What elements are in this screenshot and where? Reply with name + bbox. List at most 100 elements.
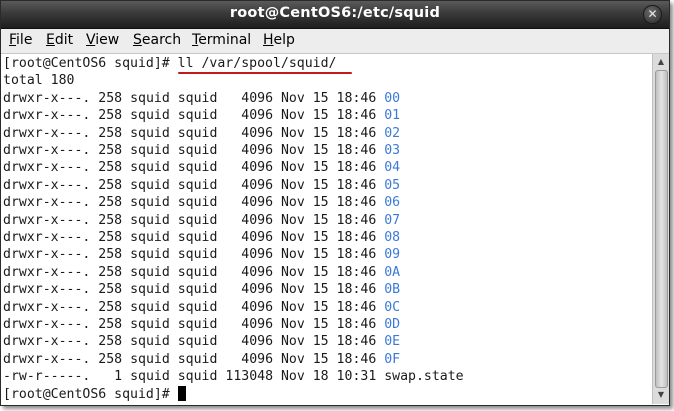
row-owner: squid — [130, 247, 170, 263]
command-underline-annotation — [178, 72, 352, 74]
row-group: squid — [177, 212, 218, 228]
row-size: 4096 — [241, 334, 274, 350]
row-links: 258 — [98, 212, 123, 228]
directory-name: 09 — [384, 247, 401, 263]
row-links: 258 — [98, 143, 123, 158]
listing-row: drwxr-x---. 258 squid squid 4096 Nov 15 … — [3, 351, 400, 368]
row-links: 1 — [114, 369, 123, 385]
row-size: 4096 — [241, 212, 274, 228]
directory-name: 02 — [384, 125, 401, 141]
row-date: Nov 15 18:46 — [280, 351, 377, 367]
row-links: 258 — [98, 125, 123, 141]
directory-name: 0F — [384, 351, 401, 367]
listing-row: drwxr-x---. 258 squid squid 4096 Nov 15 … — [3, 281, 400, 298]
row-links: 258 — [98, 282, 123, 298]
row-owner: squid — [130, 317, 170, 332]
row-date: Nov 15 18:46 — [280, 247, 377, 263]
row-owner: squid — [130, 299, 170, 315]
row-size: 4096 — [241, 351, 274, 367]
row-size: 4096 — [241, 177, 274, 193]
row-owner: squid — [130, 369, 170, 385]
row-date: Nov 15 18:46 — [280, 125, 377, 141]
scroll-thumb[interactable] — [655, 70, 668, 388]
directory-name: 08 — [384, 230, 401, 245]
close-icon[interactable]: ✕ — [643, 5, 662, 24]
menu-file[interactable]: File — [9, 32, 32, 48]
directory-name: 0C — [384, 299, 401, 315]
row-perms: drwxr-x---. — [3, 143, 91, 158]
row-date: Nov 15 18:46 — [280, 230, 377, 245]
row-links: 258 — [98, 160, 123, 176]
text-cursor — [177, 385, 186, 401]
row-owner: squid — [130, 125, 170, 141]
listing-row: drwxr-x---. 258 squid squid 4096 Nov 15 … — [3, 90, 400, 107]
row-links: 258 — [98, 90, 123, 106]
listing-row: -rw-r-----. 1 squid squid 113048 Nov 18 … — [3, 368, 464, 385]
listing-row: drwxr-x---. 258 squid squid 4096 Nov 15 … — [3, 125, 400, 142]
listing-row: drwxr-x---. 258 squid squid 4096 Nov 15 … — [3, 142, 400, 159]
menu-help[interactable]: Help — [263, 32, 295, 48]
row-links: 258 — [98, 299, 123, 315]
window-title: root@CentOS6:/etc/squid — [229, 5, 441, 21]
row-links: 258 — [98, 108, 123, 124]
menu-view[interactable]: View — [86, 32, 119, 48]
row-perms: drwxr-x---. — [3, 230, 91, 245]
row-links: 258 — [98, 177, 123, 193]
row-group: squid — [177, 160, 218, 176]
row-owner: squid — [130, 195, 170, 211]
row-owner: squid — [130, 351, 170, 367]
directory-name: 0E — [384, 334, 401, 350]
row-owner: squid — [130, 264, 170, 280]
row-perms: -rw-r-----. — [3, 369, 91, 385]
row-owner: squid — [130, 160, 170, 176]
row-size: 4096 — [241, 125, 274, 141]
directory-name: 05 — [384, 177, 401, 193]
row-perms: drwxr-x---. — [3, 108, 91, 124]
row-group: squid — [177, 90, 218, 106]
row-perms: drwxr-x---. — [3, 177, 91, 193]
terminal-output[interactable]: [root@CentOS6 squid]# ll /var/spool/squi… — [3, 55, 651, 403]
directory-name: 01 — [384, 108, 401, 124]
row-group: squid — [177, 108, 218, 124]
row-size: 4096 — [241, 247, 274, 263]
row-size: 4096 — [241, 230, 274, 245]
row-size: 4096 — [241, 160, 274, 176]
menu-search[interactable]: Search — [133, 32, 181, 48]
row-perms: drwxr-x---. — [3, 282, 91, 298]
row-size: 4096 — [241, 195, 274, 211]
row-owner: squid — [130, 177, 170, 193]
row-group: squid — [177, 230, 218, 245]
row-owner: squid — [130, 282, 170, 298]
row-links: 258 — [98, 247, 123, 263]
shell-prompt: [root@CentOS6 squid]# — [3, 56, 178, 71]
listing-row: drwxr-x---. 258 squid squid 4096 Nov 15 … — [3, 333, 400, 350]
listing-row: drwxr-x---. 258 squid squid 4096 Nov 15 … — [3, 264, 400, 281]
menu-terminal[interactable]: Terminal — [192, 32, 251, 48]
row-group: squid — [177, 282, 218, 298]
directory-name: 00 — [384, 90, 401, 106]
row-perms: drwxr-x---. — [3, 317, 91, 332]
row-links: 258 — [98, 317, 123, 332]
vertical-scrollbar[interactable]: ▲ ▼ — [652, 54, 669, 404]
menu-edit[interactable]: Edit — [46, 32, 73, 48]
command-line: [root@CentOS6 squid]# ll /var/spool/squi… — [3, 55, 336, 72]
terminal-window: root@CentOS6:/etc/squid ✕ File Edit View… — [0, 0, 670, 406]
row-owner: squid — [130, 212, 170, 228]
row-group: squid — [177, 369, 218, 385]
row-perms: drwxr-x---. — [3, 334, 91, 350]
scroll-down-icon[interactable]: ▼ — [653, 388, 669, 402]
listing-row: drwxr-x---. 258 squid squid 4096 Nov 15 … — [3, 229, 400, 246]
row-owner: squid — [130, 334, 170, 350]
listing-row: drwxr-x---. 258 squid squid 4096 Nov 15 … — [3, 177, 400, 194]
row-date: Nov 15 18:46 — [280, 282, 377, 298]
row-group: squid — [177, 247, 218, 263]
row-perms: drwxr-x---. — [3, 160, 91, 176]
directory-name: 0B — [384, 282, 401, 298]
title-bar[interactable]: root@CentOS6:/etc/squid ✕ — [1, 1, 669, 29]
scroll-up-icon[interactable]: ▲ — [653, 55, 669, 69]
row-group: squid — [177, 143, 218, 158]
row-perms: drwxr-x---. — [3, 195, 91, 211]
row-perms: drwxr-x---. — [3, 264, 91, 280]
row-date: Nov 15 18:46 — [280, 160, 377, 176]
row-links: 258 — [98, 351, 123, 367]
